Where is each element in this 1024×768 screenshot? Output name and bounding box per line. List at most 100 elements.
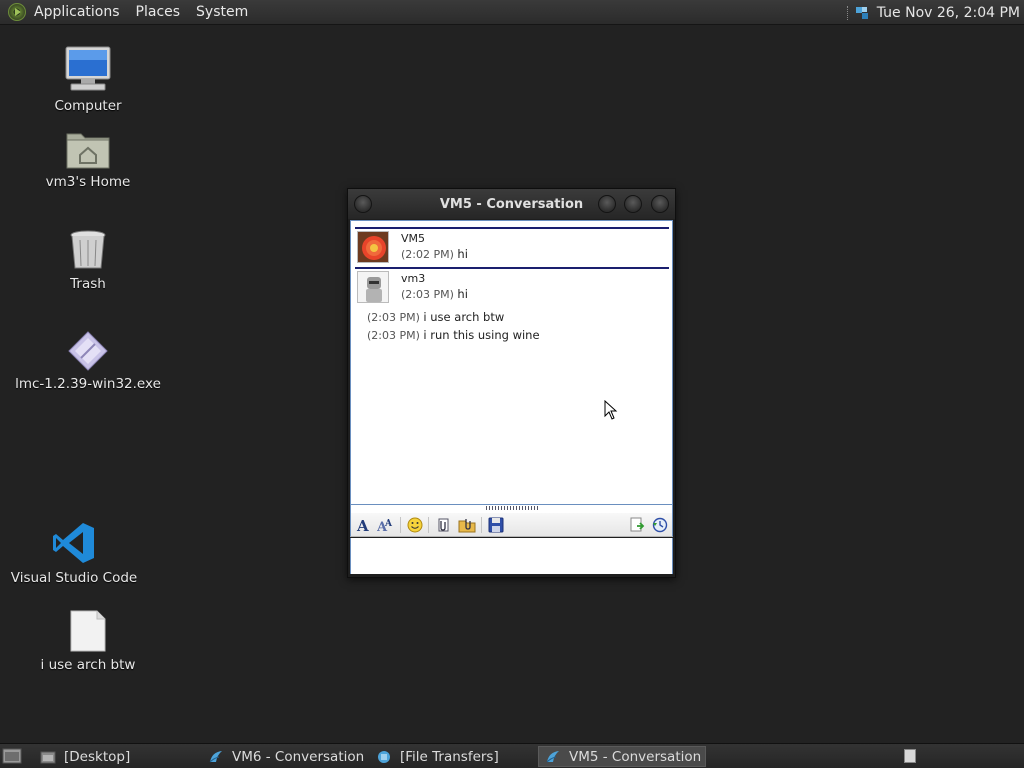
chat-history[interactable]: VM5 (2:02 PM) hi vm3 (2:03 PM) hi (2:03 … (350, 220, 673, 505)
window-titlebar[interactable]: VM5 - Conversation (348, 189, 675, 219)
message-text: i use arch btw (423, 310, 505, 324)
conversation-window: VM5 - Conversation VM5 (2:02 PM) hi vm3 … (347, 188, 676, 578)
transfer-icon (378, 750, 390, 763)
mouse-pointer-icon (604, 400, 618, 420)
message-text: hi (457, 287, 468, 301)
message-sender: VM5 (401, 232, 426, 245)
task-label: VM5 - Conversation (569, 748, 702, 765)
task-file-transfers[interactable]: [File Transfers] (370, 746, 536, 767)
message-line: (2:02 PM) hi (401, 247, 468, 261)
task-desktop[interactable]: [Desktop] (34, 746, 200, 767)
emoticon-button[interactable] (406, 516, 424, 534)
applications-menu[interactable]: Applications (0, 0, 128, 25)
avatar-vm5 (357, 231, 389, 263)
toolbar-separator (400, 517, 401, 533)
font-color-button[interactable]: A A (377, 516, 395, 534)
message-timestamp: (2:03 PM) (367, 311, 420, 324)
vscode-icon (53, 523, 94, 563)
tray-separator (846, 5, 849, 20)
top-panel: Applications Places System Tue Nov 26, 2… (0, 0, 1024, 25)
desktop-icon-home[interactable]: vm3's Home (8, 128, 168, 190)
system-menu-label: System (196, 4, 249, 20)
desktop-icon-vscode[interactable]: Visual Studio Code (0, 520, 154, 586)
task-label: [Desktop] (64, 748, 131, 765)
executable-icon (68, 331, 108, 371)
message-timestamp: (2:03 PM) (401, 288, 454, 301)
window-title: VM5 - Conversation (439, 196, 584, 212)
send-page-icon (630, 517, 645, 532)
trash-applet-icon[interactable] (904, 749, 916, 763)
message-line: (2:03 PM) i use arch btw (367, 310, 504, 324)
svg-text:A: A (356, 517, 369, 533)
chat-app-icon (209, 750, 222, 762)
chat-app-icon (546, 750, 559, 762)
task-label: [File Transfers] (400, 748, 499, 765)
history-clock-icon (652, 517, 668, 533)
exe-label: lmc-1.2.39-win32.exe (15, 376, 161, 392)
computer-label: Computer (54, 98, 122, 114)
message-group: VM5 (2:02 PM) hi (355, 227, 669, 267)
splitter-grip[interactable] (486, 506, 540, 510)
home-label: vm3's Home (45, 174, 131, 190)
message-line: (2:03 PM) i run this using wine (367, 328, 540, 342)
vscode-label: Visual Studio Code (10, 570, 138, 586)
message-input[interactable] (350, 538, 673, 574)
file-label: i use arch btw (40, 657, 136, 673)
svg-text:A: A (384, 519, 393, 529)
font-color-icon: A A (377, 519, 393, 533)
message-timestamp: (2:02 PM) (401, 248, 454, 261)
maximize-button[interactable] (624, 195, 642, 213)
places-menu[interactable]: Places (128, 0, 189, 25)
message-line: (2:03 PM) hi (401, 287, 468, 301)
places-menu-label: Places (135, 4, 181, 20)
smiley-icon (407, 517, 423, 533)
toolbar-separator (481, 517, 482, 533)
file-manager-icon (40, 751, 56, 763)
system-menu[interactable]: System (188, 0, 256, 25)
minimize-button[interactable] (598, 195, 616, 213)
clock[interactable]: Tue Nov 26, 2:04 PM (877, 5, 1020, 21)
message-group: vm3 (2:03 PM) hi (355, 267, 669, 307)
font-icon: A (356, 517, 369, 533)
desktop-icon-computer[interactable]: Computer (8, 44, 168, 114)
bottom-panel: [Desktop] VM6 - Conversation [File Trans… (0, 743, 1024, 768)
format-toolbar: A A A (350, 513, 673, 537)
attach-file-icon (438, 518, 449, 532)
desktop-icon-exe[interactable]: lmc-1.2.39-win32.exe (8, 330, 168, 392)
distro-logo-icon (8, 3, 26, 21)
network-tray-icon[interactable] (855, 6, 869, 20)
trash-icon (70, 230, 106, 269)
history-button[interactable] (651, 516, 669, 534)
pane-splitter[interactable] (350, 505, 673, 513)
computer-icon (65, 46, 111, 91)
desktop-icon-file[interactable]: i use arch btw (8, 609, 168, 673)
message-divider (355, 227, 669, 229)
send-file-button[interactable] (434, 516, 452, 534)
send-message-button[interactable] (628, 516, 646, 534)
desktop-icon-trash[interactable]: Trash (8, 228, 168, 292)
font-button[interactable]: A (355, 516, 373, 534)
message-timestamp: (2:03 PM) (367, 329, 420, 342)
home-folder-icon (66, 133, 110, 169)
task-label: VM6 - Conversation (232, 748, 365, 765)
task-vm5-conversation[interactable]: VM5 - Conversation (538, 746, 706, 767)
send-folder-button[interactable] (458, 516, 476, 534)
trash-label: Trash (70, 276, 106, 292)
window-menu-button[interactable] (354, 195, 372, 213)
show-desktop-icon[interactable] (2, 747, 22, 765)
toolbar-separator (428, 517, 429, 533)
task-vm6-conversation[interactable]: VM6 - Conversation (202, 746, 368, 767)
flower-avatar-icon (358, 232, 388, 262)
save-button[interactable] (487, 516, 505, 534)
text-file-icon (70, 610, 106, 652)
applications-menu-label: Applications (34, 4, 120, 20)
message-text: hi (457, 247, 468, 261)
attach-folder-icon (458, 519, 476, 533)
save-disk-icon (488, 517, 504, 533)
avatar-vm3 (357, 271, 389, 303)
message-text: i run this using wine (423, 328, 540, 342)
robot-avatar-icon (358, 272, 388, 302)
notification-area: Tue Nov 26, 2:04 PM (846, 0, 1020, 25)
message-sender: vm3 (401, 272, 426, 285)
close-button[interactable] (651, 195, 669, 213)
